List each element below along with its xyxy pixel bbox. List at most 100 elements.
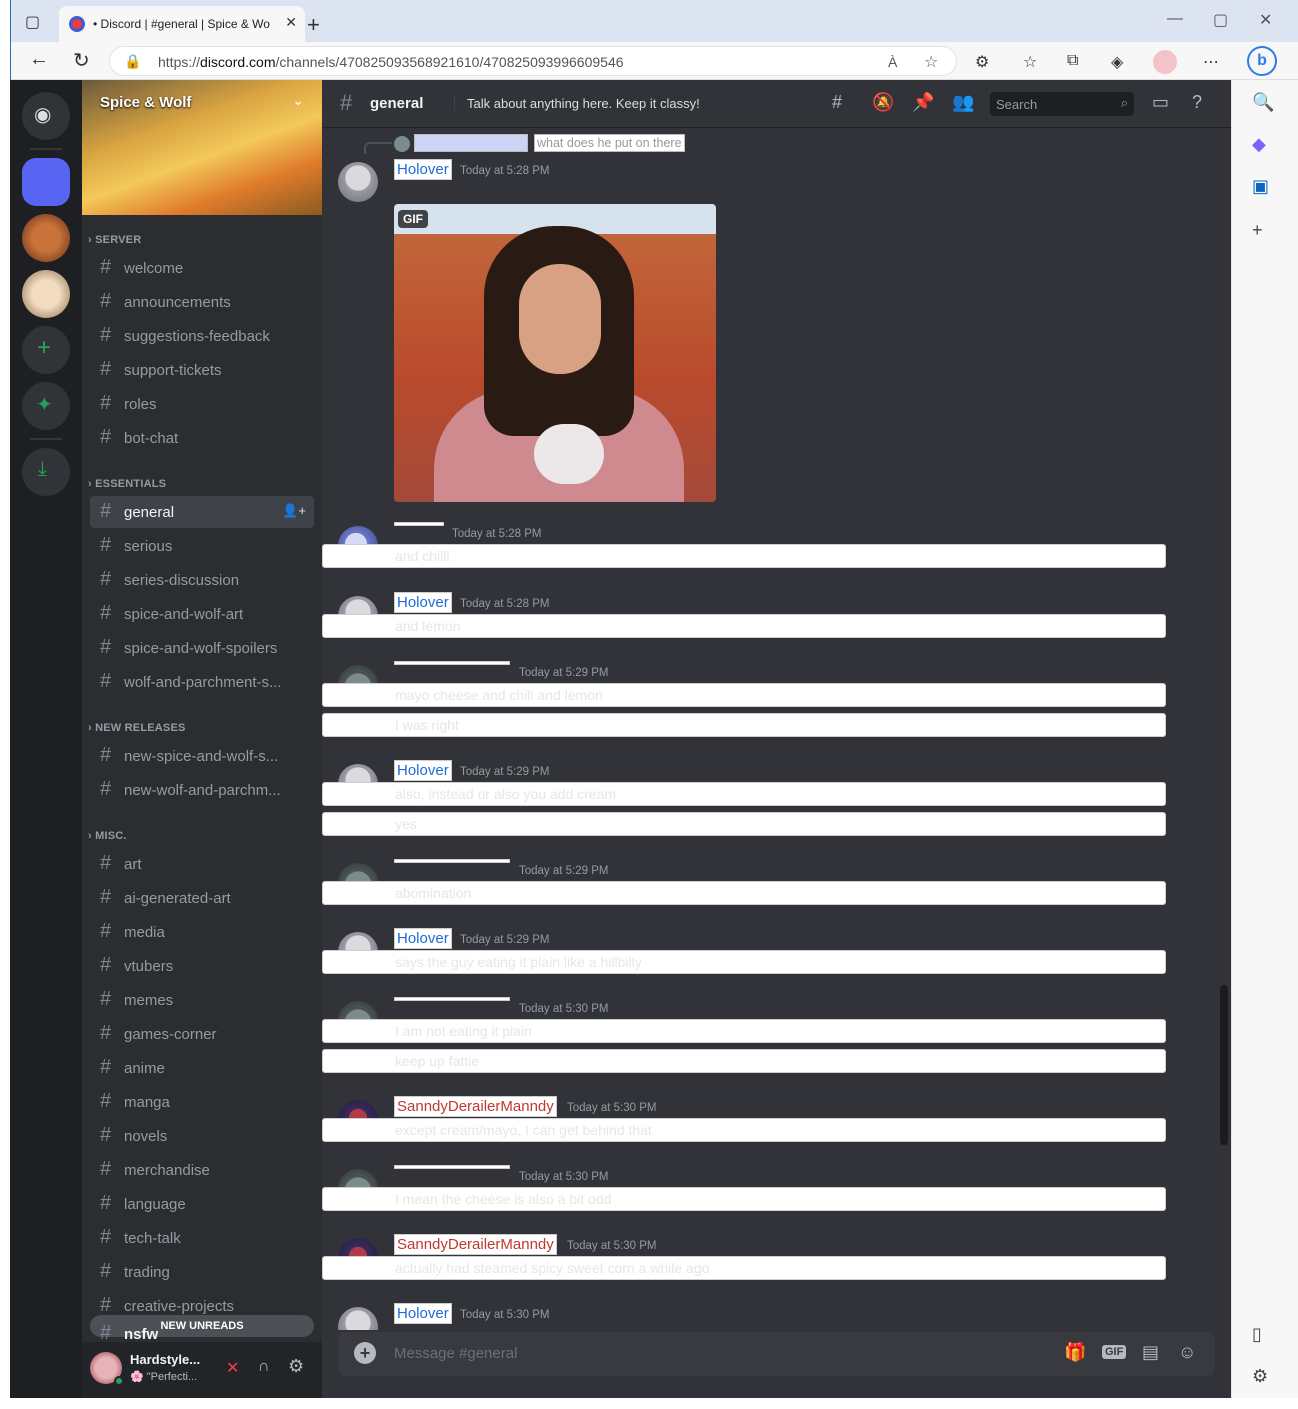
channel-merchandise[interactable]: # merchandise xyxy=(90,1154,314,1186)
address-bar[interactable]: 🔒 https://discord.com/channels/470825093… xyxy=(109,46,957,76)
new-tab-icon[interactable]: + xyxy=(307,12,320,38)
settings-icon[interactable]: ⚙ xyxy=(1252,1366,1268,1387)
channel-trading[interactable]: # trading xyxy=(90,1256,314,1288)
channel-support-tickets[interactable]: # support-tickets xyxy=(90,354,314,386)
avatar[interactable] xyxy=(338,162,378,202)
server-spice-and-wolf[interactable] xyxy=(22,214,70,262)
extensions-icon[interactable]: ⚙ xyxy=(975,52,989,72)
author-name[interactable] xyxy=(394,522,444,526)
more-options-icon[interactable]: ⋯ xyxy=(1203,52,1219,72)
profile-avatar[interactable] xyxy=(1153,50,1177,74)
message-input[interactable]: Message #general xyxy=(394,1345,517,1362)
copilot-icon[interactable]: ◆ xyxy=(1252,134,1266,155)
author-name[interactable]: Holover xyxy=(394,1303,452,1324)
chevron-down-icon[interactable]: ⌄ xyxy=(292,92,304,109)
channel-ai-generated-art[interactable]: # ai-generated-art xyxy=(90,882,314,914)
read-aloud-icon[interactable]: À xyxy=(888,54,897,70)
member-list-icon[interactable]: 👥 xyxy=(952,92,974,113)
bing-copilot-icon[interactable]: b xyxy=(1247,46,1277,76)
gif-attachment[interactable]: GIF xyxy=(394,204,716,502)
channel-anime[interactable]: # anime xyxy=(90,1052,314,1084)
author-name[interactable]: Holover xyxy=(394,760,452,781)
channel-suggestions-feedback[interactable]: # suggestions-feedback xyxy=(90,320,314,352)
category-misc[interactable]: › MISC. xyxy=(88,830,127,842)
channel-manga[interactable]: # manga xyxy=(90,1086,314,1118)
headphones-icon[interactable]: ∩ xyxy=(258,1358,270,1376)
help-icon[interactable]: ? xyxy=(1192,92,1202,113)
user-name[interactable]: Hardstyle... xyxy=(130,1352,200,1367)
browser-essentials-icon[interactable]: ◈ xyxy=(1111,52,1123,72)
author-name[interactable]: Holover xyxy=(394,159,452,180)
channel-tech-talk[interactable]: # tech-talk xyxy=(90,1222,314,1254)
favorites-icon[interactable]: ☆ xyxy=(1023,52,1037,72)
outlook-icon[interactable]: ▣ xyxy=(1252,176,1269,197)
gift-icon[interactable]: 🎁 xyxy=(1064,1342,1086,1363)
author-name[interactable] xyxy=(394,661,510,665)
channel-novels[interactable]: # novels xyxy=(90,1120,314,1152)
channel-media[interactable]: # media xyxy=(90,916,314,948)
channel-language[interactable]: # language xyxy=(90,1188,314,1220)
favorite-add-icon[interactable]: ☆ xyxy=(924,52,938,72)
add-sidebar-app-icon[interactable]: + xyxy=(1252,220,1263,241)
maximize-icon[interactable]: ▢ xyxy=(1213,10,1228,30)
explore-servers-icon[interactable]: ✦ xyxy=(22,382,70,430)
download-apps-icon[interactable]: ⤓ xyxy=(22,448,70,496)
message-composer[interactable]: + Message #general 🎁 GIF ▤ ☺ xyxy=(338,1332,1215,1376)
minimize-icon[interactable]: — xyxy=(1167,10,1183,28)
channel-serious[interactable]: # serious xyxy=(90,530,314,562)
channel-spice-and-wolf-art[interactable]: # spice-and-wolf-art xyxy=(90,598,314,630)
sticker-icon[interactable]: ▤ xyxy=(1142,1342,1159,1363)
server-folder[interactable] xyxy=(22,158,70,206)
upload-plus-icon[interactable]: + xyxy=(354,1342,376,1364)
server-banner[interactable]: Spice & Wolf ⌄ xyxy=(82,80,322,215)
browser-tab-discord[interactable]: • Discord | #general | Spice & Wo ✕ xyxy=(59,6,305,42)
lock-icon[interactable]: 🔒 xyxy=(124,53,141,70)
mute-microphone-icon[interactable]: ✕ xyxy=(226,1358,239,1378)
author-name[interactable]: Holover xyxy=(394,928,452,949)
hide-sidebar-icon[interactable]: ▯ xyxy=(1252,1324,1262,1345)
emoji-icon[interactable]: ☺ xyxy=(1178,1342,1196,1363)
author-name[interactable] xyxy=(394,997,510,1001)
notification-settings-icon[interactable]: 🔕 xyxy=(872,92,894,113)
gif-picker-icon[interactable]: GIF xyxy=(1102,1345,1127,1359)
channel-memes[interactable]: # memes xyxy=(90,984,314,1016)
category-essentials[interactable]: › ESSENTIALS xyxy=(88,478,166,490)
author-name[interactable] xyxy=(394,1165,510,1169)
channel-spice-and-wolf-spoilers[interactable]: # spice-and-wolf-spoilers xyxy=(90,632,314,664)
channel-nsfw[interactable]: # nsfw xyxy=(90,1324,314,1342)
channel-new-wolf-and-parchment[interactable]: # new-wolf-and-parchm... xyxy=(90,774,314,806)
category-server[interactable]: › SERVER xyxy=(88,234,141,246)
channel-announcements[interactable]: # announcements xyxy=(90,286,314,318)
channel-games-corner[interactable]: # games-corner xyxy=(90,1018,314,1050)
author-name[interactable]: SanndyDerailerManndy xyxy=(394,1096,557,1117)
discord-home-icon[interactable]: ◉ xyxy=(22,92,70,140)
category-new-releases[interactable]: › NEW RELEASES xyxy=(88,722,186,734)
author-name[interactable] xyxy=(394,859,510,863)
inbox-icon[interactable]: ▭ xyxy=(1152,92,1169,113)
search-input[interactable]: Search ⌕ xyxy=(990,92,1134,116)
close-window-icon[interactable]: ✕ xyxy=(1259,10,1272,30)
invite-member-icon[interactable]: 👤+ xyxy=(282,503,306,519)
message-scrollbar[interactable] xyxy=(1220,985,1228,1145)
channel-new-spice-and-wolf[interactable]: # new-spice-and-wolf-s... xyxy=(90,740,314,772)
channel-wolf-and-parchment[interactable]: # wolf-and-parchment-s... xyxy=(90,666,314,698)
channel-general[interactable]: # general 👤+ xyxy=(90,496,314,528)
user-settings-icon[interactable]: ⚙ xyxy=(288,1356,304,1377)
add-server-icon[interactable]: + xyxy=(22,326,70,374)
author-name[interactable]: SanndyDerailerManndy xyxy=(394,1234,557,1255)
close-tab-icon[interactable]: ✕ xyxy=(285,14,297,31)
channel-topic[interactable]: Talk about anything here. Keep it classy… xyxy=(454,96,700,111)
channel-welcome[interactable]: # welcome xyxy=(90,252,314,284)
tab-actions-icon[interactable]: ▢ xyxy=(25,12,40,32)
avatar[interactable] xyxy=(338,1307,378,1330)
reply-preview[interactable]: what does he put on there xyxy=(534,134,685,152)
collections-icon[interactable]: ⧉ xyxy=(1067,52,1078,70)
channel-art[interactable]: # art xyxy=(90,848,314,880)
author-name[interactable]: Holover xyxy=(394,592,452,613)
reply-author[interactable] xyxy=(414,134,528,152)
channel-vtubers[interactable]: # vtubers xyxy=(90,950,314,982)
channel-series-discussion[interactable]: # series-discussion xyxy=(90,564,314,596)
refresh-icon[interactable]: ↻ xyxy=(73,48,90,73)
channel-bot-chat[interactable]: # bot-chat xyxy=(90,422,314,454)
threads-icon[interactable]: # xyxy=(832,92,842,113)
